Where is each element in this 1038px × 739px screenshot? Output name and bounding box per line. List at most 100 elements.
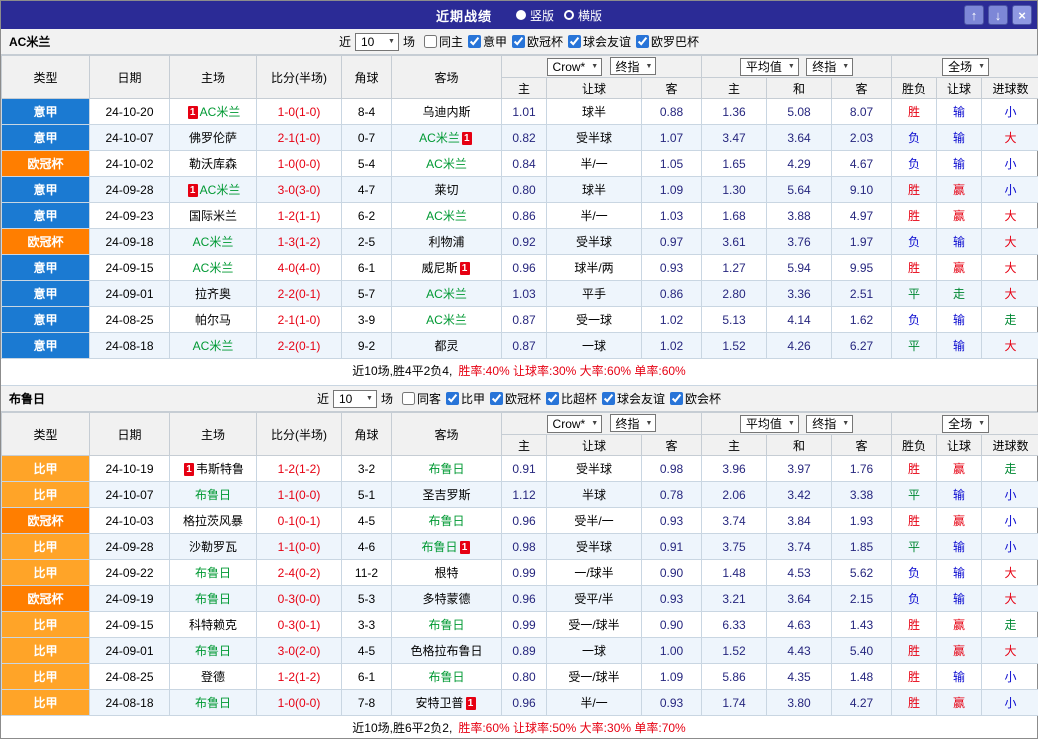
- league-filter[interactable]: 球会友谊: [568, 33, 631, 50]
- euro-stage-select[interactable]: 终指▼: [806, 415, 853, 433]
- tracked-team-name[interactable]: AC米兰: [426, 287, 467, 301]
- team-name[interactable]: 安特卫普: [415, 696, 463, 710]
- team-name[interactable]: 都灵: [434, 339, 458, 353]
- team-name[interactable]: 乌迪内斯: [422, 105, 470, 119]
- tracked-team-name[interactable]: 布鲁日: [428, 618, 464, 632]
- tracked-team-name[interactable]: AC米兰: [193, 261, 234, 275]
- result-handicap-cell: 输: [937, 560, 982, 586]
- scroll-up-button[interactable]: ↑: [964, 5, 984, 25]
- tracked-team-name[interactable]: 布鲁日: [195, 644, 231, 658]
- filter-checkbox[interactable]: [468, 35, 481, 48]
- team-name[interactable]: 佛罗伦萨: [189, 131, 237, 145]
- tracked-team-name[interactable]: AC米兰: [419, 131, 460, 145]
- league-filter[interactable]: 同主: [424, 33, 463, 50]
- avg-home-cell: 3.96: [702, 456, 767, 482]
- team-name[interactable]: 沙勒罗瓦: [189, 540, 237, 554]
- select-value: 全场: [948, 58, 972, 75]
- filter-checkbox[interactable]: [568, 35, 581, 48]
- tracked-team-name[interactable]: AC米兰: [193, 235, 234, 249]
- team-name[interactable]: 威尼斯: [421, 261, 457, 275]
- team-name[interactable]: 科特赖克: [189, 618, 237, 632]
- team-name[interactable]: 登德: [201, 670, 225, 684]
- avg-home-cell: 2.80: [702, 281, 767, 307]
- result-handicap-cell: 赢: [937, 456, 982, 482]
- odds-stage-select[interactable]: 终指▼: [610, 414, 657, 432]
- tracked-team-name[interactable]: AC米兰: [426, 157, 467, 171]
- team-name[interactable]: 拉齐奥: [195, 287, 231, 301]
- filter-checkbox[interactable]: [402, 392, 415, 405]
- scroll-down-button[interactable]: ↓: [988, 5, 1008, 25]
- tracked-team-name[interactable]: AC米兰: [200, 183, 241, 197]
- handicap-cell: 一/球半: [547, 560, 642, 586]
- filter-checkbox[interactable]: [670, 392, 683, 405]
- tracked-team-name[interactable]: 布鲁日: [195, 592, 231, 606]
- match-date-cell: 24-09-18: [90, 229, 170, 255]
- tracked-team-name[interactable]: 布鲁日: [428, 462, 464, 476]
- result-goals-cell: 走: [982, 307, 1038, 333]
- filter-label: 球会友谊: [617, 390, 665, 407]
- filter-checkbox[interactable]: [546, 392, 559, 405]
- filter-checkbox[interactable]: [424, 35, 437, 48]
- tracked-team-name[interactable]: 布鲁日: [195, 488, 231, 502]
- tracked-team-name[interactable]: 布鲁日: [195, 566, 231, 580]
- tracked-team-name[interactable]: AC米兰: [193, 339, 234, 353]
- team-name[interactable]: 多特蒙德: [422, 592, 470, 606]
- filter-checkbox[interactable]: [446, 392, 459, 405]
- match-count-select[interactable]: 10▼: [355, 33, 399, 51]
- tracked-team-name[interactable]: AC米兰: [426, 209, 467, 223]
- bookmaker-select[interactable]: Crow*▼: [547, 58, 603, 76]
- away-team-cell: AC米兰: [392, 203, 502, 229]
- filter-checkbox[interactable]: [602, 392, 615, 405]
- result-goals-cell: 小: [982, 151, 1038, 177]
- league-filter[interactable]: 欧冠杯: [512, 33, 563, 50]
- odds-away-cell: 1.09: [642, 664, 702, 690]
- match-count-select[interactable]: 10▼: [333, 390, 377, 408]
- filter-checkbox[interactable]: [490, 392, 503, 405]
- corner-cell: 9-2: [342, 333, 392, 359]
- handicap-cell: 受半球: [547, 229, 642, 255]
- tracked-team-name[interactable]: 布鲁日: [428, 514, 464, 528]
- league-filter[interactable]: 意甲: [468, 33, 507, 50]
- team-name[interactable]: 根特: [434, 566, 458, 580]
- bookmaker-select[interactable]: Crow*▼: [547, 415, 603, 433]
- handicap-cell: 半/一: [547, 690, 642, 716]
- average-odds-select[interactable]: 平均值▼: [740, 58, 799, 76]
- league-filter[interactable]: 球会友谊: [602, 390, 665, 407]
- corner-cell: 3-9: [342, 307, 392, 333]
- team-name[interactable]: 帕尔马: [195, 313, 231, 327]
- league-filter[interactable]: 欧冠杯: [490, 390, 541, 407]
- full-match-select[interactable]: 全场▼: [942, 415, 989, 433]
- filter-checkbox[interactable]: [512, 35, 525, 48]
- tracked-team-name[interactable]: 布鲁日: [428, 670, 464, 684]
- team-name[interactable]: 圣吉罗斯: [422, 488, 470, 502]
- odds-stage-select[interactable]: 终指▼: [610, 57, 657, 75]
- team-name[interactable]: 韦斯特鲁: [196, 462, 244, 476]
- team-name[interactable]: 勒沃库森: [189, 157, 237, 171]
- avg-home-cell: 1.52: [702, 333, 767, 359]
- team-name[interactable]: 利物浦: [428, 235, 464, 249]
- match-date-cell: 24-10-03: [90, 508, 170, 534]
- league-filter[interactable]: 欧会杯: [670, 390, 721, 407]
- league-filter[interactable]: 比超杯: [546, 390, 597, 407]
- radio-vertical-layout[interactable]: 竖版: [516, 7, 554, 24]
- team-name[interactable]: 色格拉布鲁日: [410, 644, 482, 658]
- full-match-select[interactable]: 全场▼: [942, 58, 989, 76]
- team-name[interactable]: 国际米兰: [189, 209, 237, 223]
- close-button[interactable]: ×: [1012, 5, 1032, 25]
- league-filter[interactable]: 欧罗巴杯: [636, 33, 699, 50]
- euro-stage-select[interactable]: 终指▼: [806, 58, 853, 76]
- odds-away-cell: 1.07: [642, 125, 702, 151]
- tracked-team-name[interactable]: 布鲁日: [195, 696, 231, 710]
- average-odds-select[interactable]: 平均值▼: [740, 415, 799, 433]
- tracked-team-name[interactable]: AC米兰: [426, 313, 467, 327]
- team-name[interactable]: 格拉茨风暴: [183, 514, 243, 528]
- corner-cell: 4-5: [342, 508, 392, 534]
- summary-record: 近10场,胜4平2负4,: [352, 362, 452, 379]
- filter-checkbox[interactable]: [636, 35, 649, 48]
- radio-horizontal-layout[interactable]: 横版: [564, 7, 602, 24]
- tracked-team-name[interactable]: 布鲁日: [421, 540, 457, 554]
- team-name[interactable]: 莱切: [434, 183, 458, 197]
- tracked-team-name[interactable]: AC米兰: [200, 105, 241, 119]
- league-filter[interactable]: 比甲: [446, 390, 485, 407]
- league-filter[interactable]: 同客: [402, 390, 441, 407]
